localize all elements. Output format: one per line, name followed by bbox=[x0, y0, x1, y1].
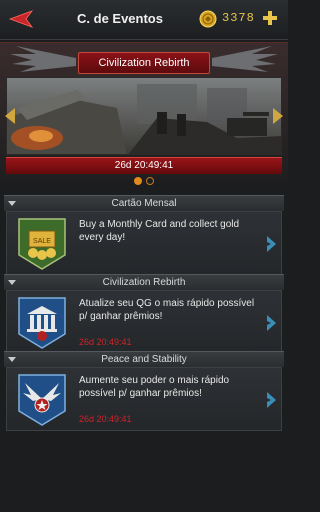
chevron-right-icon[interactable] bbox=[265, 234, 277, 254]
wing-left-icon bbox=[10, 46, 76, 72]
hq-building-icon bbox=[18, 297, 66, 349]
event-card-monthly-card[interactable]: SALE Buy a Monthly Card and collect gold… bbox=[6, 211, 282, 275]
event-card-peace-and-stability[interactable]: Aumente seu poder o mais rápido possível… bbox=[6, 367, 282, 431]
collapse-triangle-icon bbox=[8, 357, 16, 362]
banner-prev-arrow-icon[interactable] bbox=[4, 107, 16, 125]
gold-coin-icon bbox=[199, 10, 217, 28]
add-gold-button[interactable] bbox=[262, 10, 278, 26]
event-description: Atualize seu QG o mais rápido possível p… bbox=[79, 298, 255, 322]
collapse-triangle-icon bbox=[8, 201, 16, 206]
svg-text:SALE: SALE bbox=[33, 238, 51, 245]
banner-timer: 26d 20:49:41 bbox=[6, 157, 282, 174]
event-timer: 26d 20:49:41 bbox=[79, 337, 132, 347]
event-description: Buy a Monthly Card and collect gold ever… bbox=[79, 219, 240, 243]
power-wings-icon bbox=[18, 374, 66, 426]
section-header-monthly-card[interactable]: Cartão Mensal bbox=[4, 195, 284, 211]
top-bar: C. de Eventos 3378 bbox=[0, 0, 288, 40]
gold-amount: 3378 bbox=[222, 11, 255, 25]
wing-right-icon bbox=[212, 46, 278, 72]
event-description: Aumente seu poder o mais rápido possível… bbox=[79, 375, 230, 399]
event-banner-image[interactable] bbox=[6, 77, 282, 155]
chevron-right-icon[interactable] bbox=[265, 390, 277, 410]
section-title: Civilization Rebirth bbox=[102, 277, 186, 288]
event-card-civilization-rebirth[interactable]: Atualize seu QG o mais rápido possível p… bbox=[6, 290, 282, 354]
chevron-right-icon[interactable] bbox=[265, 313, 277, 333]
back-arrow-icon[interactable] bbox=[8, 8, 34, 30]
section-header-civilization-rebirth[interactable]: Civilization Rebirth bbox=[4, 274, 284, 290]
page-dot-active[interactable] bbox=[134, 177, 142, 185]
event-timer: 26d 20:49:41 bbox=[79, 414, 132, 424]
section-title: Cartão Mensal bbox=[111, 198, 177, 209]
collapse-triangle-icon bbox=[8, 280, 16, 285]
section-header-peace-and-stability[interactable]: Peace and Stability bbox=[4, 351, 284, 367]
monthly-card-gold-icon: SALE bbox=[18, 218, 66, 270]
page-dot-inactive[interactable] bbox=[146, 177, 154, 185]
page-title: C. de Eventos bbox=[77, 11, 163, 26]
section-title: Peace and Stability bbox=[101, 354, 187, 365]
banner-page-indicator bbox=[132, 177, 158, 187]
banner-next-arrow-icon[interactable] bbox=[272, 107, 284, 125]
event-name-tag: Civilization Rebirth bbox=[78, 52, 210, 74]
